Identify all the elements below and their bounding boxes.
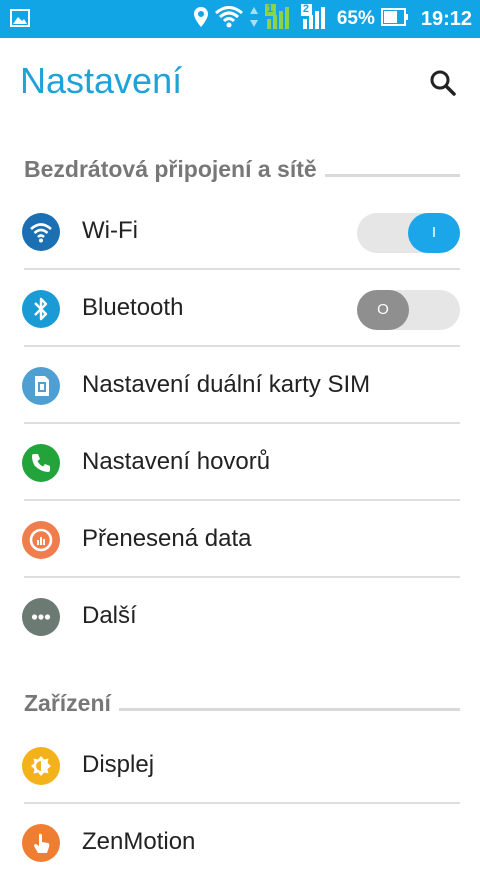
display-brightness-icon <box>22 747 60 785</box>
status-bar: 1 2 65% 19:12 <box>0 0 480 38</box>
settings-item-calls[interactable]: Nastavení hovorů <box>0 424 480 501</box>
gesture-hand-icon <box>22 824 60 862</box>
bluetooth-icon <box>22 290 60 328</box>
settings-item-label: Displej <box>82 751 155 778</box>
settings-item-label: Nastavení hovorů <box>82 448 271 475</box>
section-label-device: Zařízení <box>24 690 119 717</box>
section-header-wireless: Bezdrátová připojení a sítě <box>0 148 480 188</box>
settings-item-bluetooth[interactable]: Bluetooth O <box>0 270 480 347</box>
settings-item-wifi[interactable]: Wi-Fi I <box>0 193 480 270</box>
app-header: Nastavení <box>0 38 480 128</box>
settings-item-label: Další <box>82 602 137 629</box>
search-icon <box>430 70 456 96</box>
more-icon <box>22 598 60 636</box>
settings-item-label: ZenMotion <box>82 828 196 855</box>
settings-item-display[interactable]: Displej <box>0 727 480 804</box>
battery-percent: 65% <box>336 8 375 29</box>
wifi-signal-icon <box>214 5 243 33</box>
bluetooth-toggle[interactable]: O <box>357 290 460 330</box>
battery-icon <box>380 7 409 32</box>
settings-item-label: Nastavení duální karty SIM <box>82 371 371 398</box>
page-title: Nastavení <box>20 60 183 101</box>
wifi-icon <box>22 213 60 251</box>
settings-item-zenmotion[interactable]: ZenMotion <box>0 804 480 881</box>
sim1-label: 1 <box>266 2 273 15</box>
clock: 19:12 <box>420 7 472 30</box>
data-transfer-icon <box>249 6 259 33</box>
section-label-wireless: Bezdrátová připojení a sítě <box>24 156 325 183</box>
search-button[interactable] <box>424 64 464 104</box>
settings-item-more[interactable]: Další <box>0 578 480 655</box>
sim-card-icon <box>22 367 60 405</box>
section-header-device: Zařízení <box>0 682 480 722</box>
toggle-knob: I <box>408 213 460 253</box>
settings-item-label: Bluetooth <box>82 294 184 321</box>
sim1-signal-icon: 1 <box>264 2 295 35</box>
settings-item-label: Wi-Fi <box>82 217 138 244</box>
phone-icon <box>22 444 60 482</box>
sim2-label: 2 <box>302 2 309 15</box>
settings-item-label: Přenesená data <box>82 525 252 552</box>
settings-item-data-usage[interactable]: Přenesená data <box>0 501 480 578</box>
wifi-toggle[interactable]: I <box>357 213 460 253</box>
image-notification-icon <box>10 9 30 27</box>
sim2-signal-icon: 2 <box>300 2 331 35</box>
data-usage-icon <box>22 521 60 559</box>
location-icon <box>193 6 209 33</box>
toggle-knob: O <box>357 290 409 330</box>
settings-item-dual-sim[interactable]: Nastavení duální karty SIM <box>0 347 480 424</box>
